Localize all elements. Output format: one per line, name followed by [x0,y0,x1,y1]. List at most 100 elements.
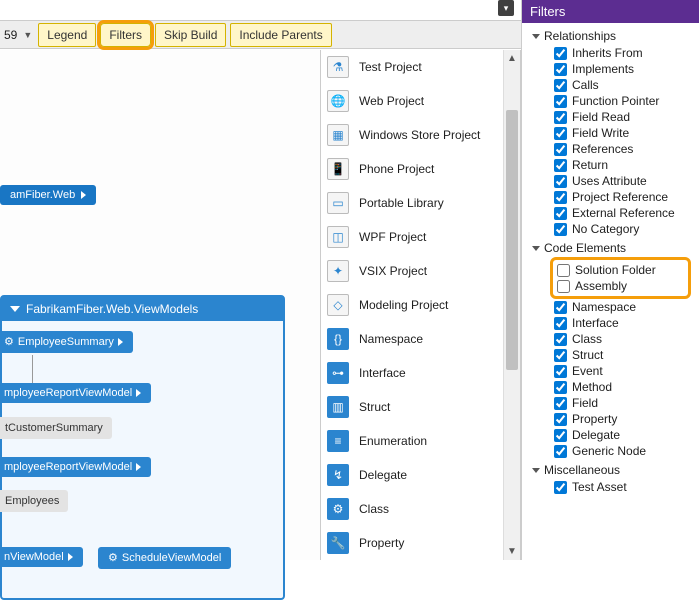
filter-checkbox[interactable] [554,111,567,124]
filters-section-header[interactable]: Relationships [532,27,695,45]
filter-checkbox[interactable] [557,280,570,293]
filter-checkbox-item[interactable]: Method [554,379,695,395]
filter-checkbox-label: Field Write [572,126,629,140]
filter-checkbox[interactable] [554,333,567,346]
template-item[interactable]: ▭Portable Library [321,186,503,220]
diagram-node-get-customer-summary[interactable]: tCustomerSummary [0,417,112,439]
template-item[interactable]: ≡Enumeration [321,424,503,458]
filter-checkbox[interactable] [554,47,567,60]
template-item-label: WPF Project [359,230,426,244]
filter-checkbox-item[interactable]: Assembly [557,278,684,294]
filters-section-header[interactable]: Miscellaneous [532,461,695,479]
filter-checkbox[interactable] [554,63,567,76]
filter-checkbox-item[interactable]: Implements [554,61,695,77]
filter-checkbox-item[interactable]: Solution Folder [557,262,684,278]
diagram-node-schedule-vm[interactable]: ⚙ ScheduleViewModel [98,547,231,569]
template-item[interactable]: ↯Delegate [321,458,503,492]
filter-checkbox[interactable] [554,143,567,156]
zoom-dropdown[interactable]: 59 ▼ [2,26,34,44]
filter-checkbox-item[interactable]: External Reference [554,205,695,221]
template-item[interactable]: ◇Modeling Project [321,288,503,322]
diagram-node-emp-report-vm1[interactable]: mployeeReportViewModel [0,383,151,403]
filter-checkbox[interactable] [554,301,567,314]
filter-checkbox-item[interactable]: Interface [554,315,695,331]
filters-button[interactable]: Filters [100,23,151,47]
filter-checkbox-label: Uses Attribute [572,174,647,188]
filter-checkbox[interactable] [554,95,567,108]
filter-checkbox-item[interactable]: Calls [554,77,695,93]
filter-checkbox[interactable] [554,223,567,236]
caret-down-icon [532,246,540,251]
filters-section-header[interactable]: Code Elements [532,239,695,257]
filter-checkbox-item[interactable]: Property [554,411,695,427]
filter-checkbox[interactable] [554,481,567,494]
filter-checkbox-item[interactable]: References [554,141,695,157]
template-item[interactable]: ◫WPF Project [321,220,503,254]
diagram-edge [0,302,24,336]
template-item[interactable]: 🔧Property [321,526,503,560]
template-item[interactable]: ▥Struct [321,390,503,424]
filter-checkbox-item[interactable]: Inherits From [554,45,695,61]
filter-checkbox-item[interactable]: Namespace [554,299,695,315]
filter-checkbox[interactable] [554,365,567,378]
template-item-label: Delegate [359,468,407,482]
filter-checkbox[interactable] [554,317,567,330]
filter-checkbox[interactable] [554,191,567,204]
filter-checkbox[interactable] [554,159,567,172]
template-item[interactable]: 📱Phone Project [321,152,503,186]
diagram-node-fabrikam-web[interactable]: amFiber.Web [0,185,96,205]
panel-options-dropdown[interactable]: ▾ [498,0,514,16]
filter-checkbox-item[interactable]: Project Reference [554,189,695,205]
filters-section-label: Relationships [544,29,616,43]
template-item[interactable]: 🌐Web Project [321,84,503,118]
filter-checkbox-item[interactable]: Field Write [554,125,695,141]
filter-checkbox[interactable] [554,175,567,188]
filter-checkbox-item[interactable]: Delegate [554,427,695,443]
filter-checkbox-item[interactable]: Event [554,363,695,379]
templates-list[interactable]: ⚗Test Project🌐Web Project▦Windows Store … [321,50,503,560]
skip-build-button[interactable]: Skip Build [155,23,226,47]
filter-checkbox-item[interactable]: Struct [554,347,695,363]
scroll-up-arrow[interactable]: ▲ [504,50,520,67]
diagram-node-vm1[interactable]: nViewModel [0,547,83,567]
template-item[interactable]: ⊶Interface [321,356,503,390]
template-item-label: VSIX Project [359,264,427,278]
filter-checkbox-label: Event [572,364,603,378]
filter-checkbox-item[interactable]: Return [554,157,695,173]
class-icon: ⚙ [4,335,14,349]
scroll-down-arrow[interactable]: ▼ [504,543,520,560]
filter-checkbox[interactable] [554,127,567,140]
filter-checkbox-item[interactable]: Field [554,395,695,411]
filter-checkbox[interactable] [554,413,567,426]
filters-section-items: Test Asset [532,479,695,495]
template-item[interactable]: ✦VSIX Project [321,254,503,288]
template-item[interactable]: ▦Windows Store Project [321,118,503,152]
filter-checkbox-item[interactable]: Uses Attribute [554,173,695,189]
filter-checkbox-item[interactable]: Function Pointer [554,93,695,109]
template-item[interactable]: {}Namespace [321,322,503,356]
filter-checkbox[interactable] [554,381,567,394]
template-item[interactable]: ⚙Class [321,492,503,526]
template-item[interactable]: ⚗Test Project [321,50,503,84]
legend-button[interactable]: Legend [38,23,96,47]
filter-checkbox-item[interactable]: Field Read [554,109,695,125]
scrollbar-thumb[interactable] [506,110,518,370]
diagram-group-viewmodels[interactable]: FabrikamFiber.Web.ViewModels ⚙ EmployeeS… [0,295,285,600]
include-parents-button[interactable]: Include Parents [230,23,331,47]
filter-checkbox[interactable] [554,349,567,362]
filter-checkbox[interactable] [557,264,570,277]
diagram-node-employees[interactable]: Employees [0,490,68,512]
filter-checkbox-item[interactable]: Generic Node [554,443,695,459]
filter-checkbox[interactable] [554,445,567,458]
filter-checkbox[interactable] [554,207,567,220]
diagram-node-emp-report-vm2[interactable]: mployeeReportViewModel [0,457,151,477]
filter-checkbox[interactable] [554,429,567,442]
filter-checkbox[interactable] [554,397,567,410]
filter-checkbox-item[interactable]: Class [554,331,695,347]
diagram-group-header[interactable]: FabrikamFiber.Web.ViewModels [2,297,283,321]
filter-checkbox-label: Test Asset [572,480,627,494]
templates-scrollbar[interactable]: ▲ ▼ [503,50,520,560]
filter-checkbox[interactable] [554,79,567,92]
filter-checkbox-item[interactable]: Test Asset [554,479,695,495]
filter-checkbox-item[interactable]: No Category [554,221,695,237]
